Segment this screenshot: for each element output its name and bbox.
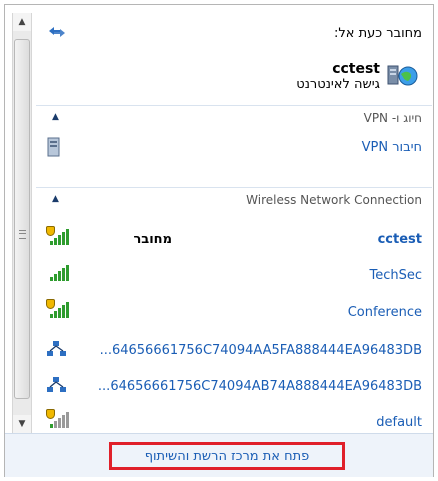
wifi-item-adhoc[interactable]: ...64656661756C74094AA5FA888444EA96483DB — [36, 336, 432, 364]
highlight-box: פתח את מרכז הרשת והשיתוף — [109, 442, 345, 470]
vpn-section-title: חיוג ו- VPN — [363, 111, 422, 125]
grip-icon — [19, 230, 26, 239]
refresh-icon[interactable] — [46, 24, 68, 40]
wireless-section-title: Wireless Network Connection — [246, 193, 422, 207]
current-connection: מחובר כעת אל: cctest גישה לאינטרנט — [36, 13, 432, 103]
scroll-up-button[interactable]: ▲ — [13, 13, 31, 31]
network-globe-icon — [386, 60, 418, 90]
vpn-connection-item[interactable]: חיבור VPN — [36, 133, 432, 163]
scrollbar[interactable]: ▲ ▼ — [12, 13, 32, 433]
signal-bars-icon — [48, 229, 70, 245]
vpn-server-icon — [47, 137, 60, 157]
scroll-thumb[interactable] — [14, 39, 30, 399]
open-network-center-link[interactable]: פתח את מרכז הרשת והשיתוף — [145, 449, 310, 464]
flyout-footer: פתח את מרכז הרשת והשיתוף — [5, 433, 433, 477]
adhoc-network-icon — [47, 377, 66, 392]
signal-bars-icon — [48, 412, 70, 428]
collapse-caret-icon[interactable]: ▲ — [52, 194, 59, 204]
connected-to-label: מחובר כעת אל: — [334, 26, 422, 41]
connection-status: מחובר — [133, 232, 172, 247]
scroll-down-button[interactable]: ▼ — [13, 415, 31, 433]
wifi-name: TechSec — [369, 268, 422, 283]
vpn-section-header[interactable]: ▲ חיוג ו- VPN — [36, 105, 432, 130]
vpn-connection-label: חיבור VPN — [361, 140, 422, 155]
network-list: מחובר כעת אל: cctest גישה לאינטרנט ▲ חיו… — [36, 13, 432, 433]
wifi-item-cctest[interactable]: מחובר cctest — [36, 225, 432, 253]
wifi-name: Conference — [347, 305, 422, 320]
wifi-item-adhoc[interactable]: ...64656661756C74094AB74A888444EA96483DB — [36, 372, 432, 400]
wifi-name: ...64656661756C74094AB74A888444EA96483DB — [97, 379, 422, 394]
network-name: cctest — [332, 61, 380, 77]
wifi-name: cctest — [377, 232, 422, 247]
network-access-status: גישה לאינטרנט — [296, 77, 380, 92]
wifi-name: ...64656661756C74094AA5FA888444EA96483DB — [99, 343, 422, 358]
wifi-item-default[interactable]: default — [36, 408, 432, 433]
adhoc-network-icon — [47, 341, 66, 356]
collapse-caret-icon[interactable]: ▲ — [52, 112, 59, 122]
wifi-name: default — [376, 415, 422, 430]
wifi-item-techsec[interactable]: TechSec — [36, 261, 432, 289]
signal-bars-icon — [48, 265, 70, 281]
wifi-item-conference[interactable]: Conference — [36, 298, 432, 326]
signal-bars-icon — [48, 302, 70, 318]
wireless-section-header[interactable]: ▲ Wireless Network Connection — [36, 187, 432, 212]
